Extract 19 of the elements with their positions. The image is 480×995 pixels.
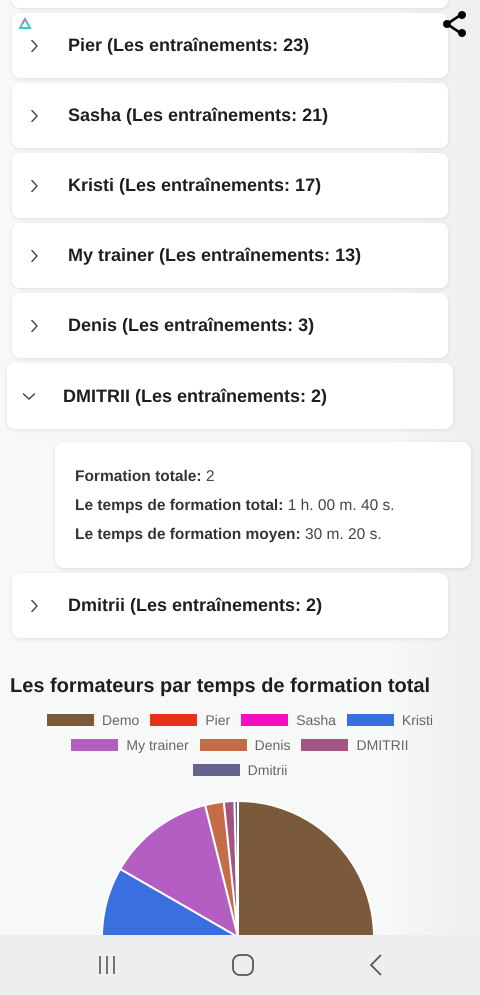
stat-line: Le temps de formation total: 1 h. 00 m. 40 s. (75, 497, 396, 515)
legend-label[interactable]: Kristi (402, 712, 434, 728)
chart-title: Les formateurs par temps de formation total (10, 675, 432, 698)
legend-label[interactable]: Pier (205, 712, 230, 728)
legend-label[interactable]: Denis (254, 737, 290, 753)
trainer-item[interactable]: DMITRII (Les entraînements: 2) (7, 363, 453, 429)
legend-label[interactable]: My trainer (126, 737, 189, 753)
legend-label[interactable]: DMITRII (356, 737, 409, 753)
stat-line: Formation totale: 2 (75, 468, 216, 486)
legend-label[interactable]: Demo (102, 712, 140, 728)
trainer-item[interactable]: Kristi (Les entraînements: 17) (12, 153, 448, 218)
stat-line: Le temps de formation moyen: 30 m. 20 s. (75, 526, 383, 544)
trainer-item[interactable]: Denis (Les entraînements: 3) (12, 293, 448, 358)
trainer-item[interactable]: Pier (Les entraînements: 23) (12, 13, 448, 78)
legend-label[interactable]: Sasha (296, 712, 336, 728)
trainer-item[interactable]: Sasha (Les entraînements: 21) (12, 83, 448, 148)
trainer-item[interactable]: Dmitrii (Les entraînements: 2) (12, 573, 448, 638)
legend-label[interactable]: Dmitrii (248, 762, 288, 778)
trainer-item[interactable]: My trainer (Les entraînements: 13) (12, 223, 448, 288)
